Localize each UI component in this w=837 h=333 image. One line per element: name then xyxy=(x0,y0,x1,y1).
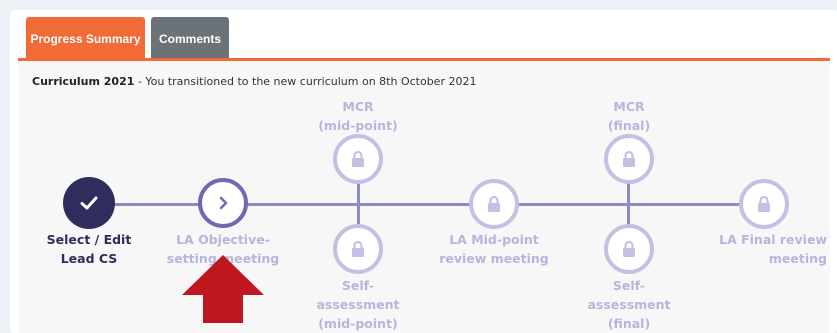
step-la-final-review[interactable] xyxy=(739,179,789,229)
lock-icon xyxy=(623,150,635,167)
step-select-edit-lead-cs[interactable] xyxy=(63,177,115,229)
curriculum-transition-text: - You transitioned to the new curriculum… xyxy=(134,75,477,88)
timeline-line xyxy=(89,203,765,206)
label-line: meeting xyxy=(768,251,827,266)
lock-icon xyxy=(623,240,635,257)
check-icon xyxy=(80,196,98,210)
tab-comments[interactable]: Comments xyxy=(151,17,229,60)
step-self-assessment-final[interactable] xyxy=(604,224,654,274)
label-line: (mid-point) xyxy=(318,316,398,331)
curriculum-note: Curriculum 2021 - You transitioned to th… xyxy=(32,75,476,88)
label-line: MCR xyxy=(613,99,645,114)
curriculum-name: Curriculum 2021 xyxy=(32,75,135,88)
label-line: review meeting xyxy=(439,251,549,266)
step-mcr-mid-point[interactable] xyxy=(333,134,383,184)
label-line: Self- xyxy=(341,278,375,293)
progress-content xyxy=(18,61,830,333)
step-label-self-mid: Self- assessment (mid-point) xyxy=(308,276,408,333)
step-label-self-final: Self- assessment (final) xyxy=(579,276,679,333)
label-line: Select / Edit xyxy=(46,232,132,247)
tab-progress-summary[interactable]: Progress Summary xyxy=(26,17,145,60)
lock-icon xyxy=(488,195,500,212)
step-label-la-mid: LA Mid-point review meeting xyxy=(432,230,556,268)
step-self-assessment-mid[interactable] xyxy=(333,224,383,274)
arrow-up-icon xyxy=(182,255,264,323)
label-line: MCR xyxy=(342,99,374,114)
label-line: (final) xyxy=(607,118,651,133)
step-mcr-final[interactable] xyxy=(604,134,654,184)
label-line: LA Mid-point xyxy=(449,232,539,247)
step-label-mcr-final: MCR (final) xyxy=(579,97,679,135)
step-la-mid-point-review[interactable] xyxy=(469,179,519,229)
label-line: assessment xyxy=(316,297,400,312)
chevron-right-icon xyxy=(219,196,228,210)
label-line: Lead CS xyxy=(60,251,118,266)
label-line: LA Final review xyxy=(719,232,827,247)
label-line: Self- xyxy=(612,278,646,293)
step-label-la-final: LA Final review meeting xyxy=(705,230,827,268)
lock-icon xyxy=(352,150,364,167)
step-label-select-edit: Select / Edit Lead CS xyxy=(39,230,139,268)
lock-icon xyxy=(352,240,364,257)
label-line: LA Objective- xyxy=(176,232,270,247)
step-label-mcr-mid: MCR (mid-point) xyxy=(308,97,408,135)
step-la-objective-setting[interactable] xyxy=(198,178,248,228)
label-line: (mid-point) xyxy=(318,118,398,133)
lock-icon xyxy=(758,195,770,212)
label-line: assessment xyxy=(587,297,671,312)
label-line: (final) xyxy=(607,316,651,331)
